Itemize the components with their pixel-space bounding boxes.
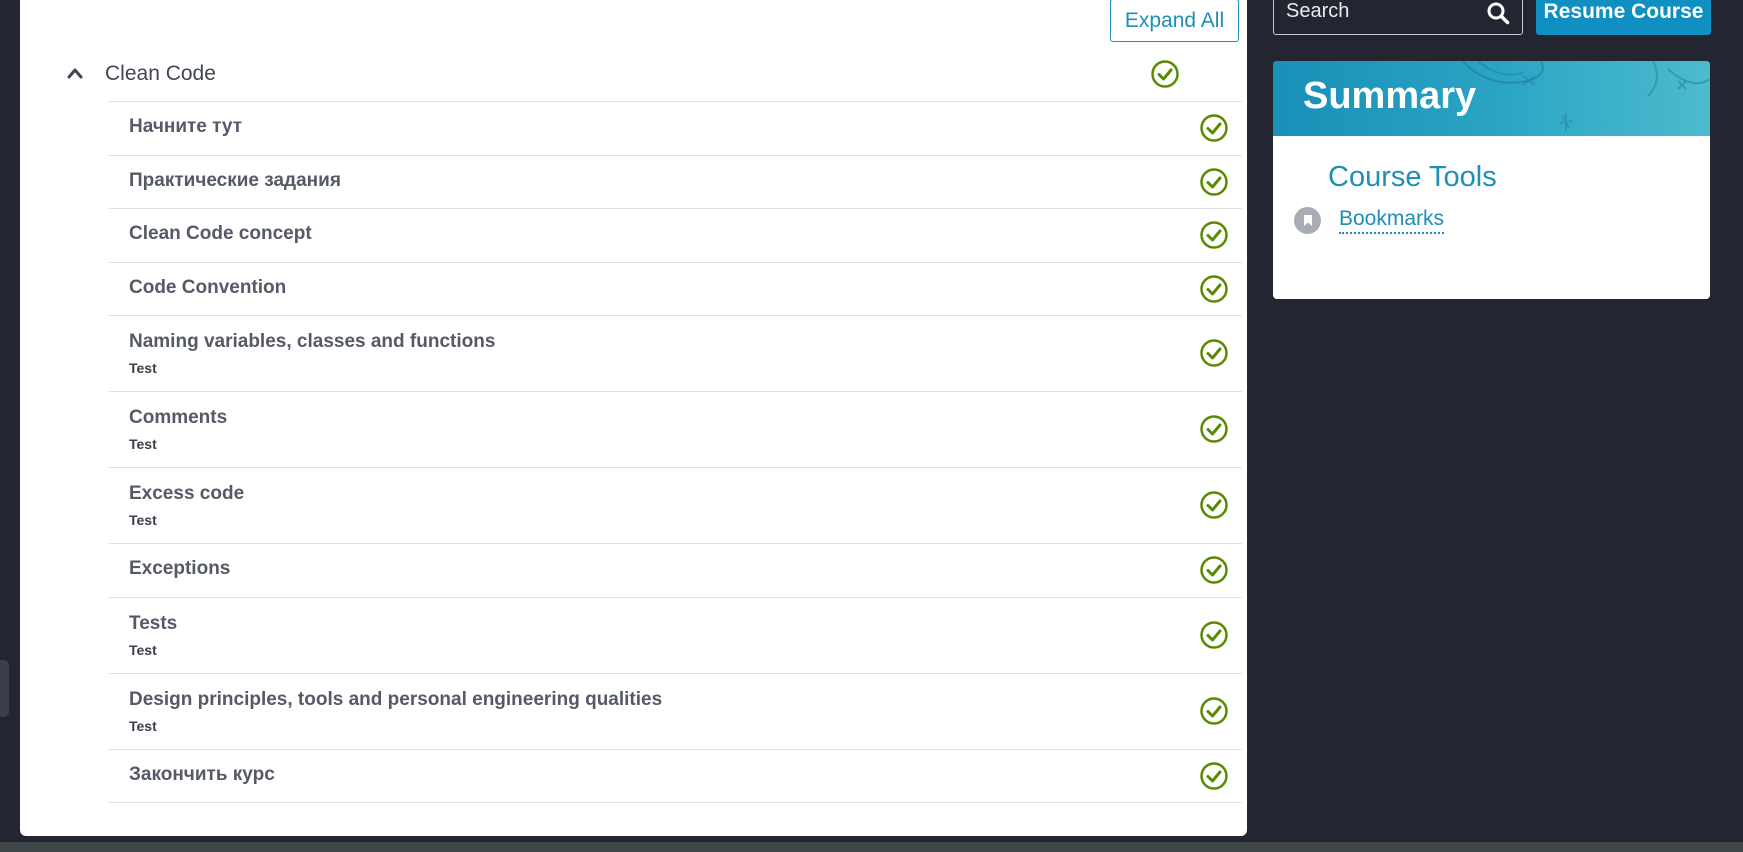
course-outline-panel: Expand All Clean Code Начните тут Практич…: [20, 0, 1247, 836]
lesson-title[interactable]: Exceptions: [129, 558, 230, 580]
bookmark-icon: [1294, 207, 1321, 234]
lesson-title[interactable]: Clean Code concept: [129, 223, 312, 245]
lesson-row[interactable]: Excess code Test: [109, 468, 1242, 544]
summary-header: Summary: [1273, 61, 1710, 136]
check-circle-icon: [1200, 167, 1228, 196]
lesson-row[interactable]: Code Convention: [109, 263, 1242, 316]
check-circle-icon: [1200, 114, 1228, 142]
lesson-type: Test: [129, 512, 157, 528]
check-circle-icon: [1200, 491, 1228, 519]
check-circle-icon: [1200, 274, 1228, 303]
lesson-title[interactable]: Design principles, tools and personal en…: [129, 689, 662, 711]
lesson-row[interactable]: Naming variables, classes and functions T…: [109, 316, 1242, 392]
expand-all-button[interactable]: Expand All: [1110, 0, 1239, 42]
section-header[interactable]: Clean Code: [60, 50, 1242, 102]
side-handle[interactable]: [0, 660, 9, 717]
lesson-title[interactable]: Tests: [129, 613, 177, 635]
search-input[interactable]: [1274, 0, 1479, 34]
summary-title: Summary: [1303, 75, 1477, 117]
search-box: [1273, 0, 1523, 35]
lesson-title[interactable]: Excess code: [129, 483, 244, 505]
lesson-row[interactable]: Tests Test: [109, 598, 1242, 674]
lesson-row[interactable]: Закончить курс: [109, 750, 1242, 803]
lesson-title[interactable]: Comments: [129, 407, 227, 429]
check-circle-icon: [1200, 556, 1228, 584]
bookmarks-link[interactable]: Bookmarks: [1339, 206, 1445, 234]
lesson-row[interactable]: Exceptions: [109, 544, 1242, 598]
search-icon[interactable]: [1486, 1, 1510, 25]
chevron-up-icon[interactable]: [66, 66, 84, 80]
lesson-title[interactable]: Code Convention: [129, 277, 286, 299]
lesson-title[interactable]: Практические задания: [129, 170, 341, 192]
lesson-row[interactable]: Начните тут: [109, 102, 1242, 156]
check-circle-icon: [1200, 761, 1228, 790]
section-title[interactable]: Clean Code: [105, 62, 216, 86]
lesson-row[interactable]: Comments Test: [109, 392, 1242, 468]
lesson-title[interactable]: Naming variables, classes and functions: [129, 331, 495, 353]
lesson-type: Test: [129, 360, 157, 376]
lesson-title[interactable]: Начните тут: [129, 116, 242, 138]
lesson-row[interactable]: Практические задания: [109, 156, 1242, 209]
resume-course-button[interactable]: Resume Course: [1536, 0, 1711, 35]
lesson-type: Test: [129, 436, 157, 452]
check-circle-icon: [1151, 60, 1179, 88]
lesson-title[interactable]: Закончить курс: [129, 764, 275, 786]
check-circle-icon: [1200, 415, 1228, 443]
summary-card: Summary Course Tools Bookmarks: [1273, 61, 1710, 299]
course-tools-heading: Course Tools: [1328, 161, 1497, 193]
check-circle-icon: [1200, 221, 1228, 249]
lesson-row[interactable]: Clean Code concept: [109, 209, 1242, 263]
lesson-row[interactable]: Design principles, tools and personal en…: [109, 674, 1242, 750]
lesson-list: Начните тут Практические задания Clean Cod…: [109, 102, 1242, 803]
check-circle-icon: [1200, 620, 1228, 649]
lesson-type: Test: [129, 717, 157, 734]
bottom-strip: [0, 842, 1743, 852]
lesson-type: Test: [129, 641, 157, 658]
check-circle-icon: [1200, 339, 1228, 367]
check-circle-icon: [1200, 696, 1228, 725]
